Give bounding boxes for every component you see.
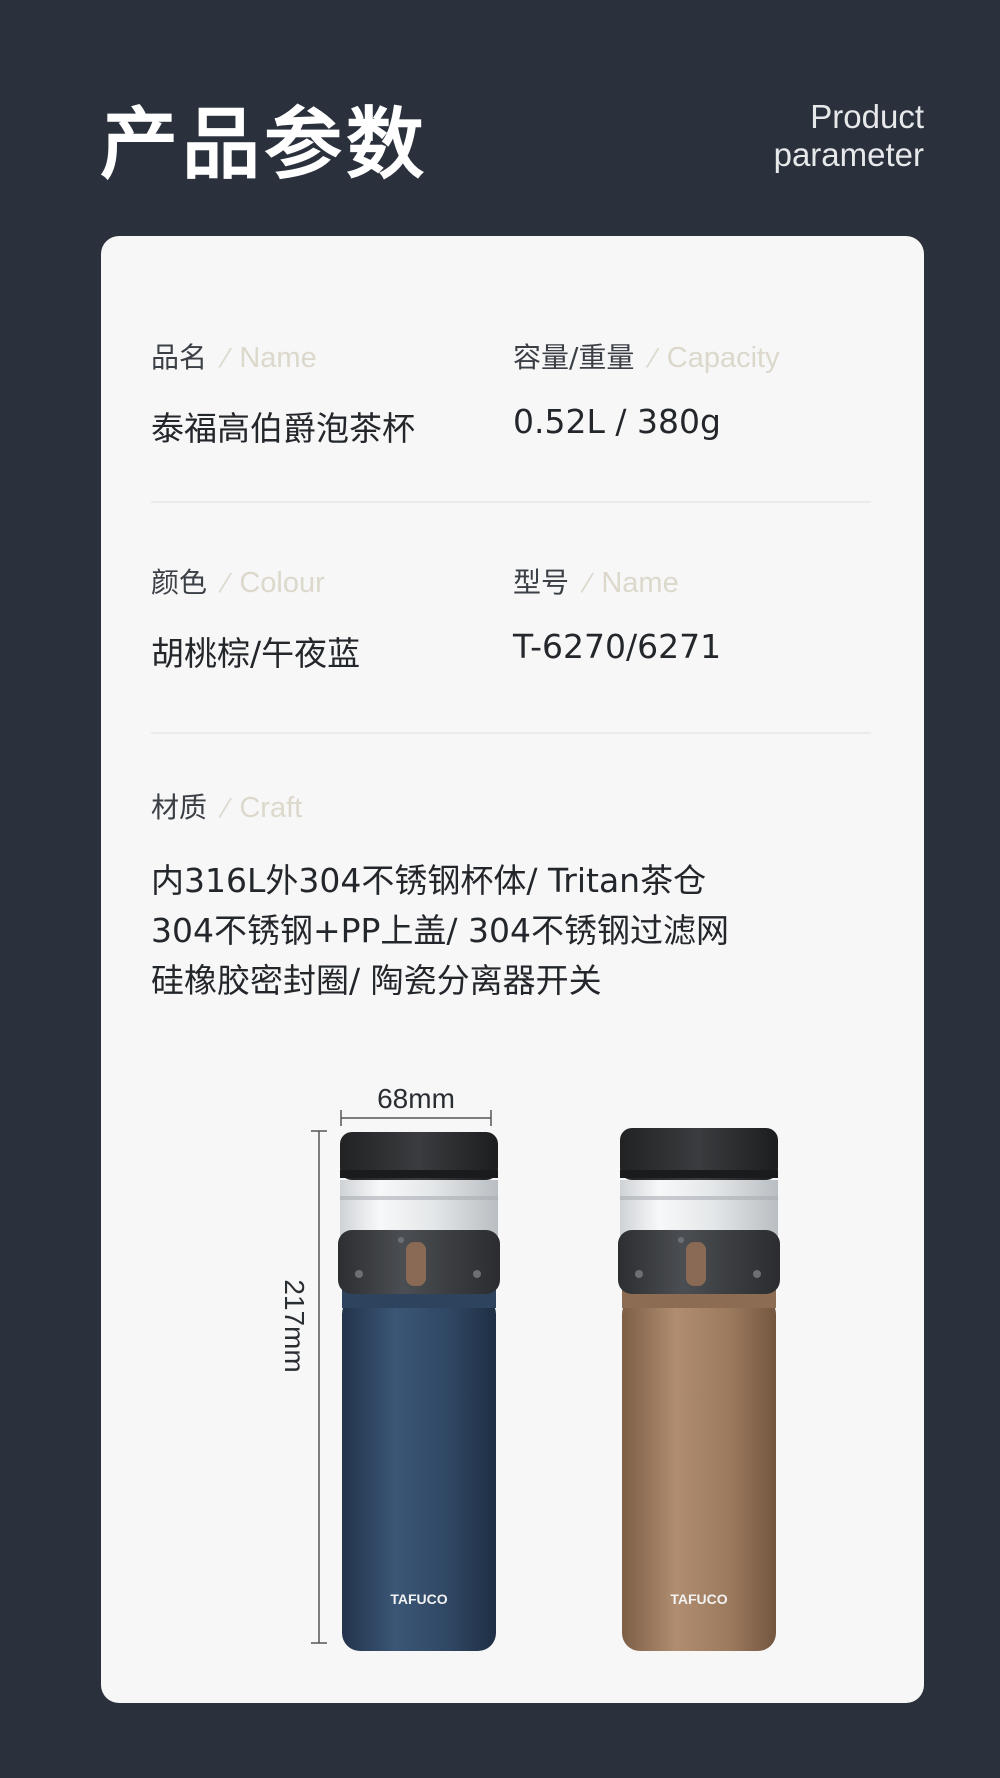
subtitle-line-2: parameter xyxy=(773,136,924,173)
bottle-blue: TAFUCO xyxy=(338,1132,500,1651)
bottle-brown: TAFUCO xyxy=(618,1128,780,1651)
width-label: 68mm xyxy=(377,1083,455,1114)
brand-logo-blue: TAFUCO xyxy=(390,1591,447,1607)
width-dimension: 68mm xyxy=(340,1083,492,1126)
page-title: 产品参数 xyxy=(100,100,429,190)
brand-logo-brown: TAFUCO xyxy=(670,1591,727,1607)
subtitle-line-1: Product xyxy=(810,98,924,135)
spec-card: 品名 ⁄ Name 泰福高伯爵泡茶杯 容量/重量 ⁄ Capacity 0.52L / … xyxy=(101,236,924,1703)
page-subtitle: Product parameter xyxy=(774,98,924,174)
product-illustration: 68mm 217mm TAFUCO TAFUCO xyxy=(279,1083,780,1651)
height-label: 217mm xyxy=(279,1279,310,1372)
height-dimension: 217mm xyxy=(279,1130,327,1644)
